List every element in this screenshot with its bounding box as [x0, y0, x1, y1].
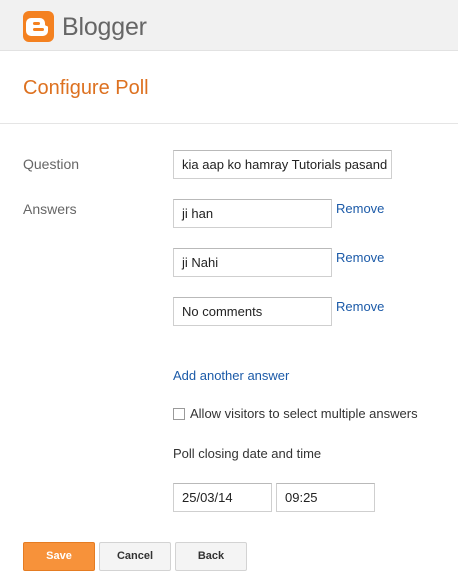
page-title: Configure Poll — [23, 77, 149, 99]
closing-time-input[interactable]: 09:25 — [276, 483, 375, 512]
closing-date-label: Poll closing date and time — [173, 446, 322, 461]
remove-answer-3-link[interactable]: Remove — [336, 299, 384, 315]
blogger-logo-icon — [23, 11, 54, 42]
multiple-answers-label: Allow visitors to select multiple answer… — [190, 406, 418, 421]
question-input[interactable]: kia aap ko hamray Tutorials pasand — [173, 150, 392, 179]
remove-answer-2-link[interactable]: Remove — [336, 250, 384, 266]
answer-input-3[interactable]: No comments — [173, 297, 332, 326]
remove-answer-1-link[interactable]: Remove — [336, 201, 384, 217]
answer-input-2[interactable]: ji Nahi — [173, 248, 332, 277]
multiple-answers-checkbox[interactable] — [173, 408, 185, 420]
save-button[interactable]: Save — [23, 542, 95, 571]
top-bar: Blogger — [0, 0, 458, 51]
cancel-button[interactable]: Cancel — [99, 542, 171, 571]
add-answer-link[interactable]: Add another answer — [173, 368, 289, 384]
closing-date-input[interactable]: 25/03/14 — [173, 483, 272, 512]
brand-name: Blogger — [62, 13, 147, 41]
answer-input-1[interactable]: ji han — [173, 199, 332, 228]
back-button[interactable]: Back — [175, 542, 247, 571]
answers-label: Answers — [23, 201, 77, 217]
divider — [0, 123, 458, 124]
question-label: Question — [23, 156, 80, 172]
